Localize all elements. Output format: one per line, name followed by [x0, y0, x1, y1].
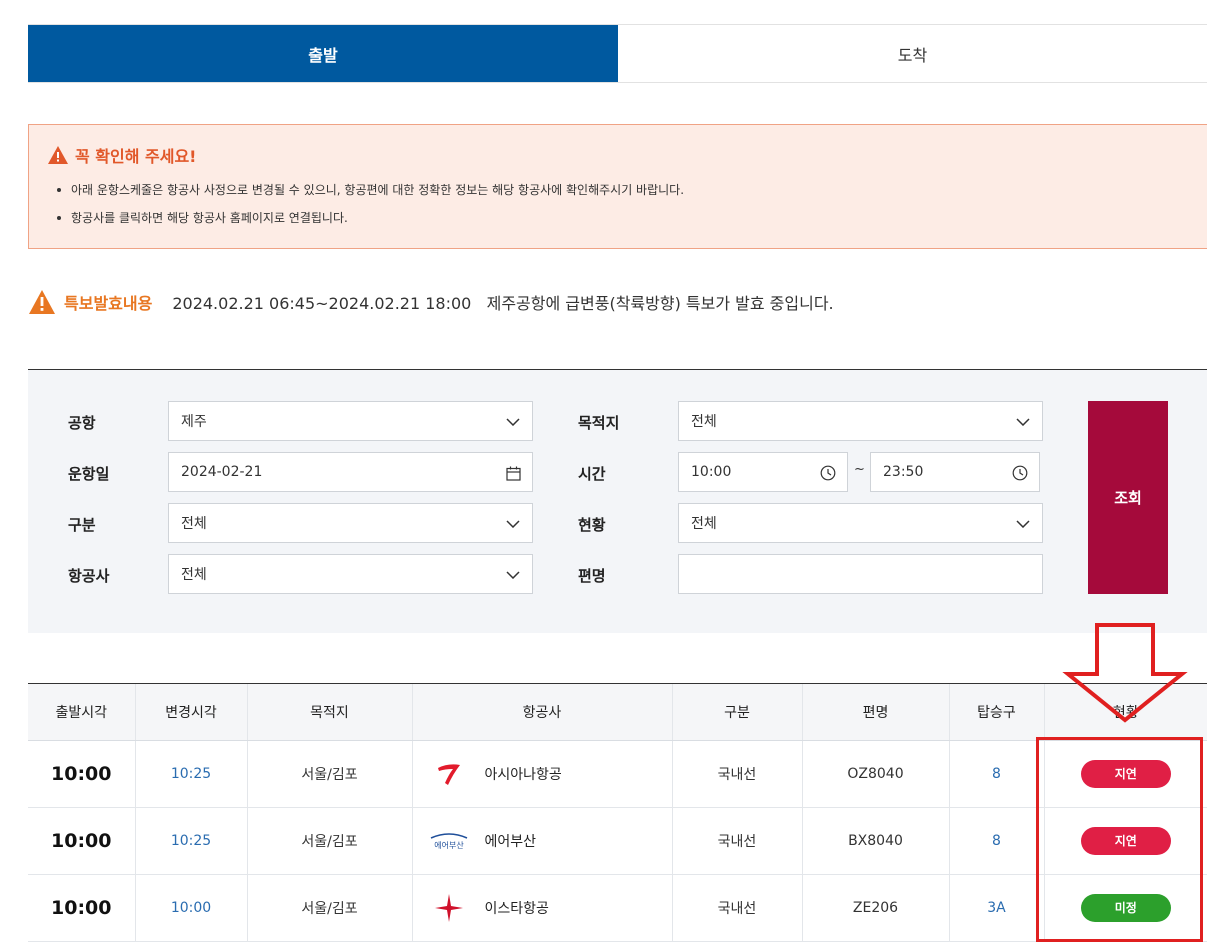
notice-box: 꼭 확인해 주세요! 아래 운항스케줄은 항공사 사정으로 변경될 수 있으니,… — [28, 124, 1207, 249]
search-button[interactable]: 조회 — [1088, 401, 1168, 594]
status-value: 전체 — [691, 516, 717, 532]
time-from-input[interactable]: 10:00 — [678, 452, 848, 492]
time-to-input[interactable]: 23:50 — [870, 452, 1040, 492]
airline-cell[interactable]: 이스타항공 — [411, 874, 672, 942]
gate: 8 — [948, 740, 1044, 808]
flight-type: 국내선 — [671, 807, 802, 875]
airline-cell[interactable]: 아시아나항공 — [411, 740, 672, 808]
direction-tabs: 출발 도착 — [28, 24, 1207, 83]
special-report-label: 특보발효내용 — [64, 294, 153, 313]
date-input[interactable]: 2024-02-21 — [168, 452, 533, 492]
column-header: 편명 — [801, 683, 949, 741]
clock-icon[interactable] — [1011, 464, 1029, 482]
notice-item: 아래 운항스케줄은 항공사 사정으로 변경될 수 있으니, 항공편에 대한 정확… — [55, 181, 684, 209]
table-row: 10:00 10:25 서울/김포 아시아나항공 국내선 OZ8040 8 지연 — [28, 740, 1207, 808]
flight-type: 국내선 — [671, 740, 802, 808]
flight-number: BX8040 — [801, 807, 949, 875]
tab-departure[interactable]: 출발 — [28, 25, 618, 82]
chevron-down-icon — [1014, 515, 1032, 533]
flight-table: 출발시각 변경시각 목적지 항공사 구분 편명 탑승구 현황 10:00 10:… — [28, 683, 1207, 942]
clock-icon[interactable] — [819, 464, 837, 482]
column-header: 구분 — [671, 683, 802, 741]
type-select[interactable]: 전체 — [168, 503, 533, 543]
flight-number: OZ8040 — [801, 740, 949, 808]
flight-label: 편명 — [578, 567, 606, 585]
special-report: 특보발효내용 2024.02.21 06:45~2024.02.21 18:00… — [28, 288, 834, 316]
airbusan-logo-text: 에어부산 — [434, 840, 464, 850]
changed-time: 10:25 — [134, 807, 247, 875]
airline-select[interactable]: 전체 — [168, 554, 533, 594]
special-report-text: 2024.02.21 06:45~2024.02.21 18:00 제주공항에 … — [172, 294, 834, 313]
status-label: 현황 — [578, 516, 606, 534]
airline-name[interactable]: 아시아나항공 — [485, 764, 562, 784]
table-header-row: 출발시각 변경시각 목적지 항공사 구분 편명 탑승구 현황 — [28, 683, 1207, 741]
time-separator: ~ — [854, 462, 865, 477]
flight-number: ZE206 — [801, 874, 949, 942]
notice-list: 아래 운항스케줄은 항공사 사정으로 변경될 수 있으니, 항공편에 대한 정확… — [55, 181, 684, 237]
destination: 서울/김포 — [246, 807, 412, 875]
notice-title: 꼭 확인해 주세요! — [47, 143, 196, 167]
destination: 서울/김포 — [246, 874, 412, 942]
annotation-arrow-icon — [1062, 623, 1188, 723]
table-row: 10:00 10:25 서울/김포 에어부산 에어부산 국내선 BX8040 8… — [28, 807, 1207, 875]
column-header: 항공사 — [411, 683, 672, 741]
type-label: 구분 — [68, 516, 96, 534]
airbusan-logo-icon[interactable]: 에어부산 — [427, 825, 471, 857]
date-value: 2024-02-21 — [181, 464, 263, 480]
chevron-down-icon — [504, 413, 522, 431]
airline-name[interactable]: 이스타항공 — [485, 898, 549, 918]
chevron-down-icon — [1014, 413, 1032, 431]
notice-item: 항공사를 클릭하면 해당 항공사 홈페이지로 연결됩니다. — [55, 209, 684, 237]
airport-label: 공항 — [68, 414, 96, 432]
tab-arrival[interactable]: 도착 — [618, 25, 1207, 82]
notice-title-text: 꼭 확인해 주세요! — [75, 147, 197, 166]
destination-select[interactable]: 전체 — [678, 401, 1043, 441]
type-value: 전체 — [181, 516, 207, 532]
airline-cell[interactable]: 에어부산 에어부산 — [411, 807, 672, 875]
status-select[interactable]: 전체 — [678, 503, 1043, 543]
column-header: 출발시각 — [28, 683, 135, 741]
departure-time: 10:00 — [28, 740, 135, 808]
flight-input[interactable] — [678, 554, 1043, 594]
asiana-logo-icon[interactable] — [427, 758, 471, 790]
chevron-down-icon — [504, 515, 522, 533]
flight-type: 국내선 — [671, 874, 802, 942]
chevron-down-icon — [504, 566, 522, 584]
time-label: 시간 — [578, 465, 606, 483]
warning-icon — [48, 146, 68, 164]
gate: 3A — [948, 874, 1044, 942]
table-row: 10:00 10:00 서울/김포 이스타항공 국내선 ZE206 3A 미정 — [28, 874, 1207, 942]
destination: 서울/김포 — [246, 740, 412, 808]
airline-name[interactable]: 에어부산 — [485, 831, 537, 851]
changed-time: 10:25 — [134, 740, 247, 808]
airline-label: 항공사 — [68, 567, 110, 585]
calendar-icon[interactable] — [504, 464, 522, 482]
destination-value: 전체 — [691, 414, 717, 430]
search-panel: 공항 제주 목적지 전체 운항일 2024-02-21 시간 10:00 ~ 2… — [28, 369, 1207, 633]
airline-value: 전체 — [181, 567, 207, 583]
column-header: 변경시각 — [134, 683, 247, 741]
column-header: 목적지 — [246, 683, 412, 741]
gate: 8 — [948, 807, 1044, 875]
warning-icon — [29, 290, 55, 314]
destination-label: 목적지 — [578, 414, 620, 432]
departure-time: 10:00 — [28, 874, 135, 942]
column-header: 탑승구 — [948, 683, 1044, 741]
airport-select[interactable]: 제주 — [168, 401, 533, 441]
eastar-logo-icon[interactable] — [427, 892, 471, 924]
date-label: 운항일 — [68, 465, 110, 483]
departure-time: 10:00 — [28, 807, 135, 875]
airport-value: 제주 — [181, 414, 207, 430]
annotation-highlight-box — [1036, 737, 1203, 942]
changed-time: 10:00 — [134, 874, 247, 942]
